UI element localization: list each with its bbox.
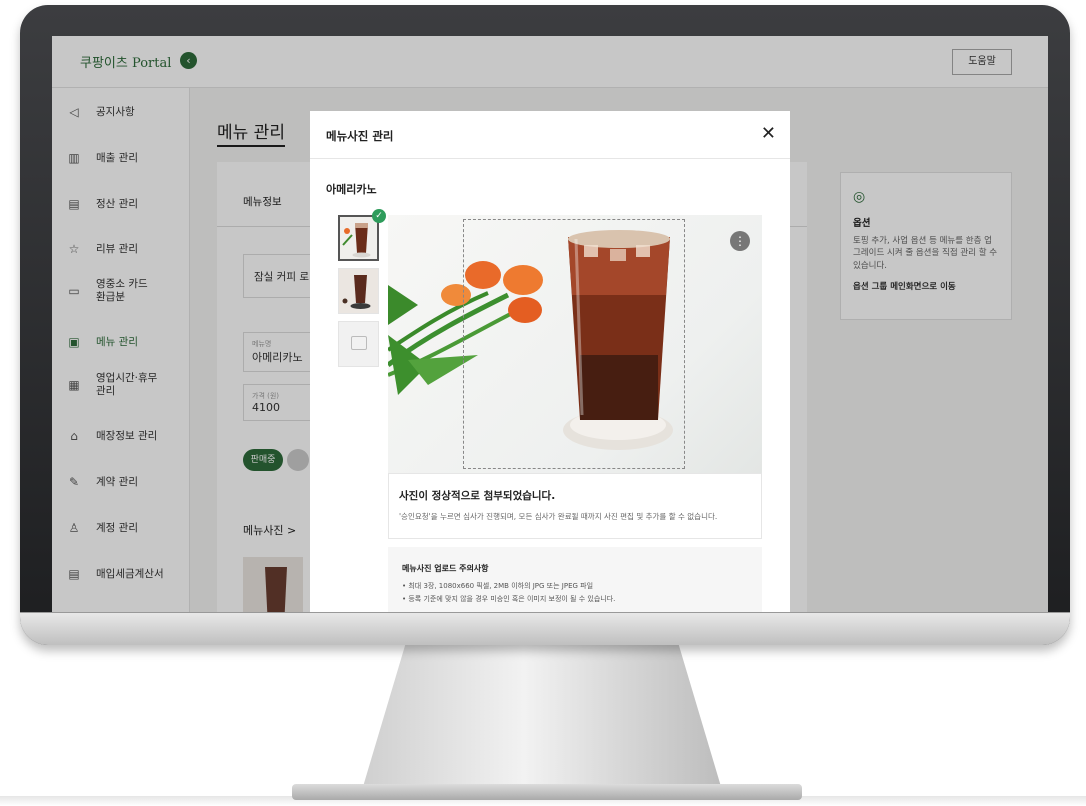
rules-item: • 최대 3장, 1080x660 픽셀, 2MB 이하의 JPG 또는 JPE… bbox=[402, 582, 594, 590]
modal-title: 메뉴사진 관리 bbox=[326, 129, 394, 143]
upload-success-notice: 사진이 정상적으로 첨부되었습니다. '승인요청'을 누르면 심사가 진행되며,… bbox=[388, 473, 762, 539]
screen: 쿠팡이츠 Portal ‹ 도움말 ◁ 공지사항 ▥ 매출 관리 ▤ 정산 관리… bbox=[52, 36, 1048, 612]
modal-header: 메뉴사진 관리 ✕ bbox=[310, 111, 790, 159]
modal-menu-name: 아메리카노 bbox=[326, 183, 377, 196]
rules-title: 메뉴사진 업로드 주의사항 bbox=[402, 564, 489, 573]
photo-add-slot[interactable] bbox=[338, 321, 379, 367]
close-icon[interactable]: ✕ bbox=[761, 123, 776, 144]
check-icon: ✓ bbox=[372, 209, 386, 223]
upload-rules-box: 메뉴사진 업로드 주의사항 • 최대 3장, 1080x660 픽셀, 2MB … bbox=[388, 547, 762, 612]
notice-description: '승인요청'을 누르면 심사가 진행되며, 모든 심사가 완료될 때까지 사진 … bbox=[399, 512, 718, 521]
monitor-chin bbox=[20, 612, 1070, 645]
photo-thumbnail-2[interactable] bbox=[338, 268, 379, 314]
photo-thumbnail-1[interactable] bbox=[338, 215, 379, 261]
menu-photo-modal: 메뉴사진 관리 ✕ 아메리카노 ✓ ⋮ 사진이 정상적으로 첨부되었습니다. '… bbox=[310, 111, 790, 612]
monitor-stand-base bbox=[292, 784, 802, 800]
notice-title: 사진이 정상적으로 첨부되었습니다. bbox=[399, 490, 556, 502]
monitor-stand-neck bbox=[362, 645, 722, 790]
image-placeholder-icon bbox=[351, 336, 367, 350]
monitor-scene: 쿠팡이츠 Portal ‹ 도움말 ◁ 공지사항 ▥ 매출 관리 ▤ 정산 관리… bbox=[0, 0, 1086, 806]
photo-preview: ⋮ bbox=[388, 215, 762, 473]
more-options-icon[interactable]: ⋮ bbox=[730, 231, 750, 251]
crop-frame[interactable] bbox=[463, 219, 685, 469]
rules-item: • 등록 기준에 맞지 않을 경우 미승인 혹은 이미지 보정이 될 수 있습니… bbox=[402, 595, 616, 603]
